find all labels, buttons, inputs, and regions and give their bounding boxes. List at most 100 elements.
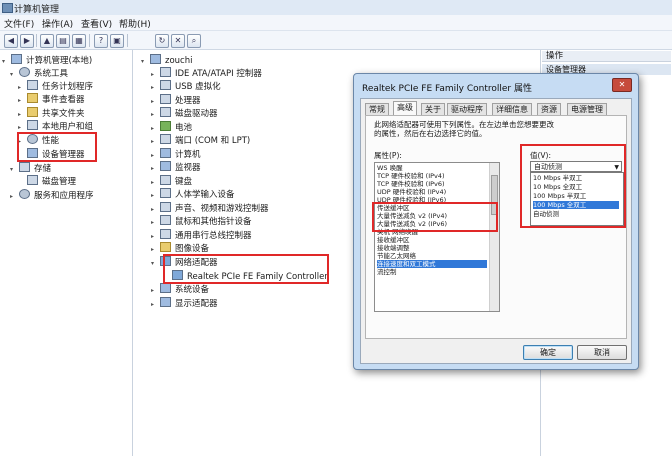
computer-icon [11,54,22,64]
close-icon[interactable]: ✕ [612,78,632,92]
hid-icon [160,188,171,198]
tree-label: 存储 [34,164,52,174]
expander-icon[interactable]: ▸ [151,299,158,311]
toolbar-divider [89,34,90,47]
expander-icon[interactable]: ▸ [151,163,158,175]
cancel-button[interactable]: 取消 [577,345,627,360]
expander-icon[interactable]: ▸ [151,82,158,94]
property-list[interactable]: WS 唤醒 TCP 硬件校验和 (IPv4) TCP 硬件校验和 (IPv6) … [374,162,500,312]
device-label: 监视器 [175,163,201,173]
device-category[interactable]: ▸ USB 虚拟化 [151,80,221,92]
device-category[interactable]: ▸ 处理器 [151,94,201,106]
toolbar: ◀ ▶ ▲ ▤ ▦ ? ▣ ↻ ✕ ⌕ [0,31,672,50]
property-list-scrollbar[interactable] [489,163,499,311]
ok-button[interactable]: 确定 [523,345,573,360]
tree-item-shared-folders[interactable]: ▸ 共享文件夹 [18,107,85,119]
advanced-description: 此网络适配器可使用下列属性。在左边单击您想要更改的属性，然后在右边选择它的值。 [374,120,554,138]
expander-icon[interactable]: ▸ [151,109,158,121]
disk-drive-icon [160,107,171,117]
property-item[interactable]: 接收缓冲区 [377,236,487,244]
keyboard-icon [160,175,171,185]
usb-controller-icon [160,229,171,239]
tools-icon [19,67,30,77]
help-icon[interactable]: ? [94,34,108,48]
menu-bar: 文件(F) 操作(A) 查看(V) 帮助(H) [0,15,672,31]
display-adapter-icon [160,297,171,307]
property-item[interactable]: TCP 硬件校验和 (IPv6) [377,180,487,188]
device-category[interactable]: ▸ 监视器 [151,161,201,173]
expander-icon[interactable]: ▾ [2,56,9,68]
tree-label: 服务和应用程序 [34,191,94,201]
device-label: 处理器 [175,96,201,106]
show-hide-icon[interactable]: ▣ [110,34,124,48]
device-tree-root[interactable]: ▾ zouchi [141,54,192,66]
property-item[interactable]: 接收端调整 [377,244,487,252]
device-label: 图像设备 [175,244,210,254]
properties-icon[interactable]: ▦ [72,34,86,48]
property-item[interactable]: WS 唤醒 [377,164,487,172]
menu-view[interactable]: 查看(V) [81,17,112,30]
highlight-box-speed-duplex [372,202,498,232]
expander-icon[interactable]: ▸ [151,136,158,148]
tree-item-event-viewer[interactable]: ▸ 事件查看器 [18,93,85,105]
device-category[interactable]: ▸ 计算机 [151,148,201,160]
menu-file[interactable]: 文件(F) [4,17,34,30]
title-bar: 计算机管理 [0,0,672,16]
device-category[interactable]: ▸ 键盘 [151,175,192,187]
device-category[interactable]: ▸ 磁盘驱动器 [151,107,218,119]
tree-item-disk-management[interactable]: 磁盘管理 [18,175,76,187]
property-item[interactable]: 流控制 [377,268,487,276]
device-label: 通用串行总线控制器 [175,231,252,241]
dialog-title: Realtek PCIe FE Family Controller 属性 [362,84,532,94]
property-item[interactable]: UDP 硬件校验和 (IPv4) [377,188,487,196]
expander-icon[interactable]: ▾ [10,164,17,176]
device-category[interactable]: ▸ 鼠标和其他指针设备 [151,215,252,227]
expander-icon[interactable]: ▸ [151,285,158,297]
expander-icon[interactable]: ▸ [151,190,158,202]
back-icon[interactable]: ◀ [4,34,18,48]
tree-item-services-apps[interactable]: ▸ 服务和应用程序 [10,189,94,201]
menu-action[interactable]: 操作(A) [42,17,73,30]
console-tree-icon[interactable]: ▤ [56,34,70,48]
expander-icon[interactable]: ▸ [151,244,158,256]
menu-help[interactable]: 帮助(H) [119,17,151,30]
property-label: 属性(P): [374,151,402,160]
property-item-selected[interactable]: 连接速度和双工模式 [377,260,487,268]
device-category[interactable]: ▸ 端口 (COM 和 LPT) [151,134,250,146]
expander-icon[interactable]: ▸ [18,95,25,107]
device-category[interactable]: ▸ 通用串行总线控制器 [151,229,252,241]
device-label: 端口 (COM 和 LPT) [175,136,251,146]
device-category[interactable]: ▸ 人体学输入设备 [151,188,235,200]
tree-item-system-tools[interactable]: ▾ 系统工具 [10,67,68,79]
highlight-box-device-manager [17,132,97,162]
tree-item-task-scheduler[interactable]: ▸ 任务计划程序 [18,80,93,92]
device-category[interactable]: ▸ 电池 [151,121,192,133]
tab-advanced[interactable]: 高级 [393,101,417,116]
device-category[interactable]: ▸ 显示适配器 [151,297,218,309]
tree-label: 事件查看器 [42,95,85,105]
tree-item-local-users[interactable]: ▸ 本地用户和组 [18,120,93,132]
device-category[interactable]: ▸ 声音、视频和游戏控制器 [151,202,269,214]
property-item[interactable]: TCP 硬件校验和 (IPv4) [377,172,487,180]
uninstall-icon[interactable]: ✕ [171,34,185,48]
device-label: IDE ATA/ATAPI 控制器 [175,69,262,79]
tree-item-storage[interactable]: ▾ 存储 [10,162,51,174]
device-root-label: zouchi [165,56,193,66]
battery-icon [160,121,171,131]
tree-label: 计算机管理(本地) [26,56,93,66]
device-category[interactable]: ▸ 系统设备 [151,283,209,295]
expander-icon[interactable]: ▾ [10,69,17,81]
property-item[interactable]: 节能乙太网络 [377,252,487,260]
forward-icon[interactable]: ▶ [20,34,34,48]
mouse-icon [160,215,171,225]
expander-icon[interactable]: ▸ [151,217,158,229]
up-folder-icon[interactable]: ▲ [40,34,54,48]
device-category[interactable]: ▸ 图像设备 [151,242,209,254]
tree-item-computer-management[interactable]: ▾ 计算机管理(本地) [2,54,92,66]
device-category[interactable]: ▸ IDE ATA/ATAPI 控制器 [151,67,262,79]
expander-icon[interactable]: ▾ [141,56,148,68]
scan-hardware-icon[interactable]: ⌕ [187,34,201,48]
update-driver-icon[interactable]: ↻ [155,34,169,48]
expander-icon[interactable]: ▾ [151,258,158,270]
expander-icon[interactable]: ▸ [10,191,17,203]
